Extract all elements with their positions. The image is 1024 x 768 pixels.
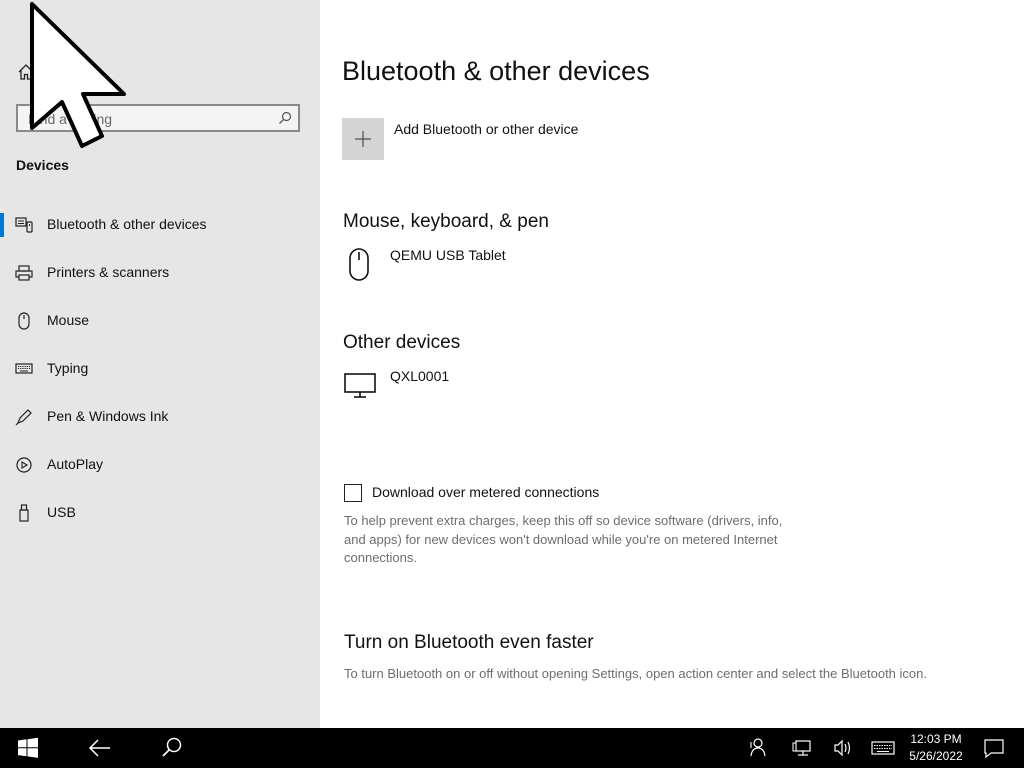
sidebar-item-label: Bluetooth & other devices — [47, 216, 207, 232]
touch-keyboard-icon — [871, 741, 895, 755]
sidebar-item-label: Typing — [47, 360, 89, 376]
windows-start-icon — [18, 737, 38, 758]
touch-keyboard-button[interactable] — [866, 728, 900, 768]
clock-date: 5/26/2022 — [909, 749, 963, 763]
network-icon — [792, 740, 811, 756]
sidebar-item-label: AutoPlay — [47, 456, 104, 472]
sidebar-item-label: Mouse — [47, 312, 90, 328]
action-center-icon — [984, 739, 1004, 759]
metered-connections-checkbox[interactable] — [344, 484, 362, 502]
other-devices-heading: Other devices — [343, 332, 461, 353]
pen-icon — [15, 409, 32, 426]
taskbar-search-button[interactable] — [144, 728, 200, 768]
home-button[interactable] — [14, 60, 38, 84]
usb-icon — [19, 504, 29, 522]
bluetooth-faster-description: To turn Bluetooth on or off without open… — [344, 666, 927, 681]
search-box[interactable] — [16, 104, 300, 132]
sidebar-item-label: Printers & scanners — [47, 264, 170, 280]
mouse-icon — [18, 312, 30, 330]
sidebar-item-autoplay[interactable]: AutoPlay — [0, 445, 320, 485]
start-button[interactable] — [0, 728, 56, 768]
sidebar: Devices Bluetooth & other devices Printe… — [0, 0, 320, 728]
metered-help-text: To help prevent extra charges, keep this… — [344, 513, 783, 565]
sidebar-item-usb[interactable]: USB — [0, 493, 320, 533]
home-icon — [18, 64, 34, 80]
page-title: Bluetooth & other devices — [342, 56, 650, 86]
section-title: Devices — [16, 157, 69, 173]
printer-icon — [15, 265, 33, 281]
mouse-keyboard-pen-heading: Mouse, keyboard, & pen — [343, 211, 549, 232]
taskbar-clock[interactable]: 12:03 PM 5/26/2022 — [900, 731, 972, 765]
search-icon — [162, 737, 182, 757]
sidebar-item-pen[interactable]: Pen & Windows Ink — [0, 397, 320, 437]
device-name: QXL0001 — [390, 368, 450, 384]
people-button[interactable] — [740, 728, 774, 768]
bluetooth-faster-heading: Turn on Bluetooth even faster — [344, 632, 594, 653]
metered-connections-label[interactable]: Download over metered connections — [372, 484, 599, 500]
search-icon[interactable] — [278, 111, 292, 125]
plus-icon — [355, 131, 371, 147]
sidebar-item-label: USB — [47, 504, 76, 520]
clock-time: 12:03 PM — [910, 732, 962, 746]
device-item-qxl0001[interactable]: QXL0001 — [342, 368, 742, 408]
sidebar-item-typing[interactable]: Typing — [0, 349, 320, 389]
add-device-button[interactable] — [342, 118, 384, 160]
autoplay-icon — [16, 457, 32, 473]
sidebar-item-mouse[interactable]: Mouse — [0, 301, 320, 341]
action-center-button[interactable] — [978, 728, 1010, 768]
volume-button[interactable] — [826, 728, 860, 768]
sidebar-item-bluetooth-devices[interactable]: Bluetooth & other devices — [0, 205, 320, 245]
back-arrow-icon — [88, 739, 110, 757]
sidebar-item-label: Pen & Windows Ink — [47, 408, 169, 424]
search-input[interactable] — [26, 109, 270, 129]
taskbar: 12:03 PM 5/26/2022 — [0, 728, 1024, 768]
mouse-icon — [349, 248, 369, 281]
device-name: QEMU USB Tablet — [390, 247, 506, 263]
add-device-label[interactable]: Add Bluetooth or other device — [394, 121, 578, 137]
network-button[interactable] — [786, 728, 820, 768]
device-item-qemu-usb-tablet[interactable]: QEMU USB Tablet — [342, 247, 742, 287]
keyboard-icon — [15, 363, 33, 374]
people-icon — [750, 738, 766, 757]
sidebar-item-printers[interactable]: Printers & scanners — [0, 253, 320, 293]
volume-icon — [834, 739, 851, 757]
metered-connections-checkbox-row[interactable]: Download over metered connections — [344, 483, 744, 505]
monitor-icon — [344, 373, 376, 398]
back-button[interactable] — [72, 728, 128, 768]
bluetooth-devices-icon — [15, 217, 33, 233]
main-content: Bluetooth & other devices Add Bluetooth … — [320, 0, 1024, 728]
